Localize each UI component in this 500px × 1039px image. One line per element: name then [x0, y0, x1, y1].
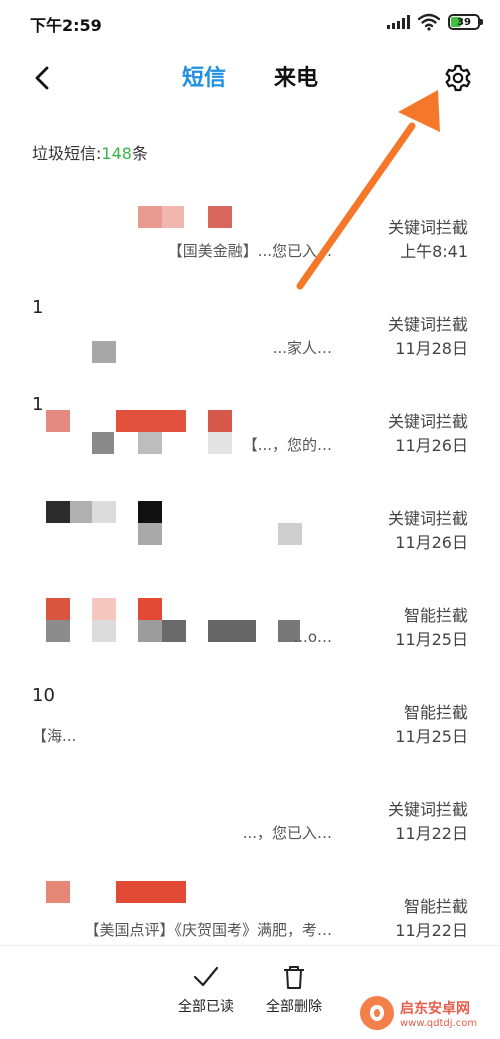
spam-count: 148 [101, 144, 132, 163]
battery-level: 39 [457, 16, 471, 28]
redacted-sender [46, 598, 70, 620]
nav-bar: 短信 来电 [0, 48, 500, 106]
redacted-sender [46, 501, 70, 523]
message-item[interactable]: 【国美金融】...您已入… 关键词拦截 上午8:41 [0, 186, 500, 283]
message-time: 11月28日 [395, 339, 468, 358]
message-preview: ...，您已入… [242, 824, 332, 842]
redacted-sender [92, 598, 116, 620]
redacted-sender [46, 881, 70, 903]
watermark-text: 启东安卓网 www.qdtdj.com [400, 998, 477, 1029]
message-time: 11月26日 [395, 533, 468, 552]
message-list: 【国美金融】...您已入… 关键词拦截 上午8:41 1 ...家人… 关键词拦… [0, 186, 500, 962]
delete-all-button[interactable]: 全部删除 [249, 964, 339, 1016]
message-time: 11月22日 [395, 824, 468, 843]
block-reason: 关键词拦截 [387, 412, 468, 431]
settings-button[interactable] [440, 60, 476, 96]
watermark-url: www.qdtdj.com [400, 1017, 478, 1029]
message-sender: 1 [32, 394, 44, 415]
message-preview: 【国美金融】...您已入… [167, 242, 332, 260]
message-preview: 【海... [32, 727, 77, 745]
message-item[interactable]: ...，您已入… 关键词拦截 11月22日 [0, 768, 500, 865]
redacted-sender [138, 598, 162, 620]
message-item[interactable]: 关键词拦截 11月26日 [0, 477, 500, 574]
message-time: 11月25日 [395, 727, 468, 746]
message-sender: 1 [32, 297, 44, 318]
status-time: 下午2:59 [30, 16, 102, 35]
mark-all-read-button[interactable]: 全部已读 [161, 964, 251, 1016]
redacted-sender [208, 206, 232, 228]
block-reason: 关键词拦截 [387, 218, 468, 237]
message-item[interactable]: 1 ...家人… 关键词拦截 11月28日 [0, 283, 500, 380]
message-preview: ...o… [293, 628, 332, 646]
redacted-preview [138, 523, 162, 545]
redacted-sender [162, 206, 184, 228]
tab-group: 短信 来电 [0, 60, 500, 92]
mark-all-read-label: 全部已读 [178, 999, 234, 1015]
redacted-sender [92, 501, 116, 523]
message-time: 11月25日 [395, 630, 468, 649]
message-time: 11月22日 [395, 921, 468, 940]
redacted-preview [278, 523, 302, 545]
spam-summary: 垃圾短信:148条 [32, 140, 148, 164]
redacted-sender [116, 410, 186, 432]
site-watermark: 启东安卓网 www.qdtdj.com [360, 991, 496, 1035]
watermark-logo-icon [360, 996, 394, 1030]
redacted-sender [138, 501, 162, 523]
block-reason: 智能拦截 [403, 897, 468, 916]
check-icon [193, 966, 219, 987]
block-reason: 关键词拦截 [387, 800, 468, 819]
gear-icon [445, 64, 471, 92]
tab-sms[interactable]: 短信 [182, 60, 226, 92]
message-item[interactable]: 1 【...，您的… 关键词拦截 11月26日 [0, 380, 500, 477]
message-item[interactable]: ...o… 智能拦截 11月25日 [0, 574, 500, 671]
message-preview: ...家人… [272, 339, 332, 357]
message-sender: 10 [32, 685, 55, 706]
message-preview: 【...，您的… [242, 436, 332, 454]
redacted-sender [138, 206, 162, 228]
tab-calls[interactable]: 来电 [274, 60, 318, 92]
message-time: 上午8:41 [400, 242, 468, 261]
status-bar: 下午2:59 39 [0, 0, 500, 44]
block-reason: 智能拦截 [403, 703, 468, 722]
battery-icon: 39 [448, 14, 483, 30]
summary-prefix: 垃圾短信: [32, 144, 102, 163]
redacted-sender [116, 881, 186, 903]
block-reason: 关键词拦截 [387, 315, 468, 334]
status-icons: 39 [387, 12, 483, 32]
wifi-icon [418, 13, 440, 31]
block-reason: 关键词拦截 [387, 509, 468, 528]
block-reason: 智能拦截 [403, 606, 468, 625]
summary-suffix: 条 [131, 144, 148, 163]
redacted-sender [70, 501, 92, 523]
message-preview: 【美国点评】《庆贺国考》满肥，考… [84, 921, 332, 939]
message-item[interactable]: 10 【海... 智能拦截 11月25日 [0, 671, 500, 768]
trash-icon [284, 966, 304, 989]
watermark-title: 启东安卓网 [400, 1000, 470, 1017]
message-time: 11月26日 [395, 436, 468, 455]
redacted-sender [46, 410, 70, 432]
signal-icon [387, 15, 410, 29]
delete-all-label: 全部删除 [266, 999, 322, 1015]
redacted-sender [208, 410, 232, 432]
